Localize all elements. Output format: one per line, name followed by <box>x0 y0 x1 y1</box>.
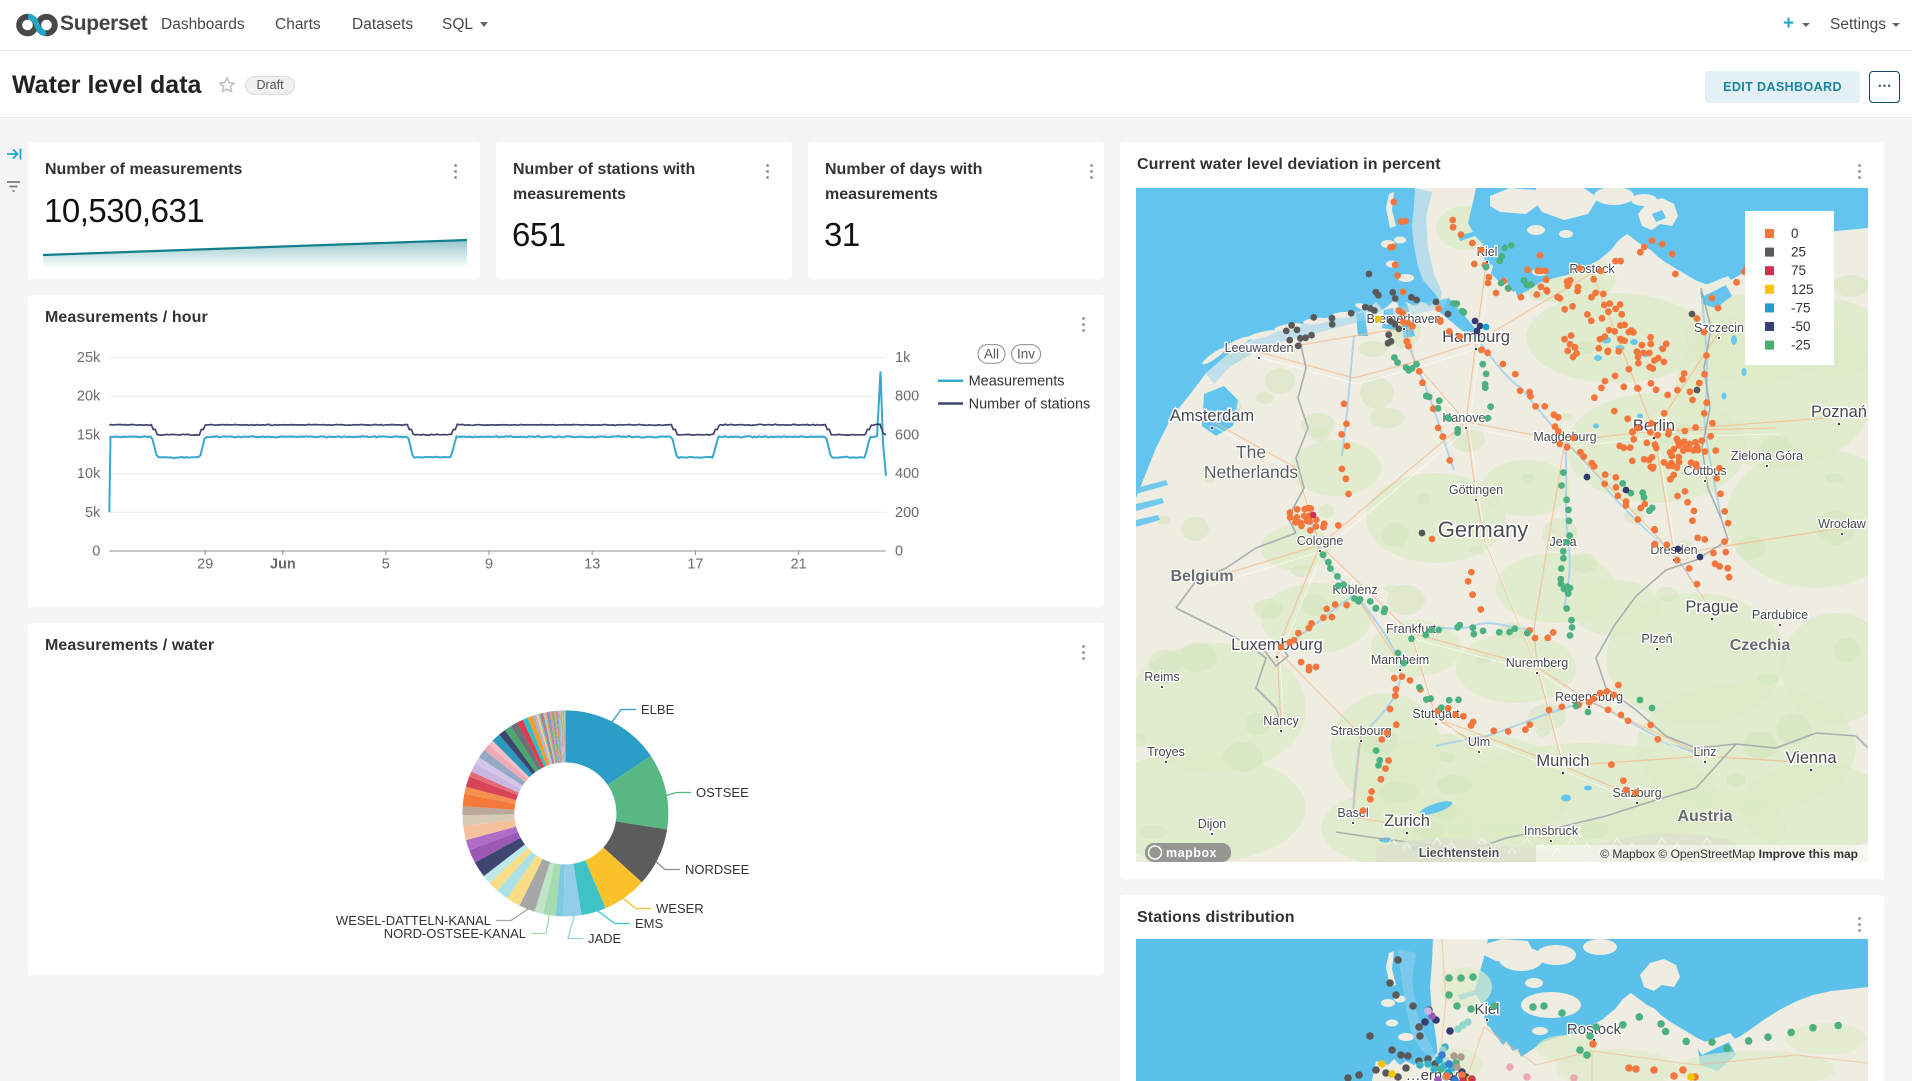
svg-text:Liechtenstein: Liechtenstein <box>1419 846 1500 860</box>
svg-text:ELBE: ELBE <box>641 702 675 717</box>
svg-text:OSTSEE: OSTSEE <box>696 785 749 800</box>
svg-text:Prague: Prague <box>1685 598 1738 616</box>
svg-text:20k: 20k <box>77 389 101 405</box>
svg-text:-75: -75 <box>1791 300 1811 315</box>
svg-text:Munich: Munich <box>1536 752 1589 770</box>
svg-text:1k: 1k <box>895 350 911 366</box>
svg-text:Czechia: Czechia <box>1730 637 1791 654</box>
svg-text:NORD-OSTSEE-KANAL: NORD-OSTSEE-KANAL <box>384 926 526 941</box>
svg-text:21: 21 <box>791 557 807 573</box>
svg-text:Troyes: Troyes <box>1147 745 1185 759</box>
svg-text:Zielona Góra: Zielona Góra <box>1731 449 1803 463</box>
svg-text:5: 5 <box>382 557 390 573</box>
svg-text:-50: -50 <box>1791 319 1811 334</box>
svg-text:25: 25 <box>1791 245 1806 260</box>
svg-text:Strasbourg: Strasbourg <box>1330 724 1391 738</box>
svg-text:17: 17 <box>687 557 703 573</box>
svg-text:400: 400 <box>895 466 919 482</box>
svg-text:Linz: Linz <box>1694 745 1717 759</box>
svg-text:-25: -25 <box>1791 338 1811 353</box>
svg-text:Plzeň: Plzeň <box>1641 632 1672 646</box>
svg-text:Inv: Inv <box>1017 346 1035 361</box>
svg-text:10k: 10k <box>77 466 101 482</box>
svg-text:Wrocław: Wrocław <box>1818 517 1867 531</box>
svg-text:200: 200 <box>895 505 919 521</box>
svg-text:Number of stations: Number of stations <box>969 397 1091 413</box>
svg-text:Nuremberg: Nuremberg <box>1506 656 1569 670</box>
svg-text:Measurements: Measurements <box>969 374 1065 390</box>
svg-text:Göttingen: Göttingen <box>1449 483 1503 497</box>
svg-text:Magdeburg: Magdeburg <box>1533 430 1596 444</box>
svg-text:15k: 15k <box>77 427 101 443</box>
svg-text:0: 0 <box>92 544 100 560</box>
svg-text:Ulm: Ulm <box>1468 735 1490 749</box>
svg-text:WESEL-DATTELN-KANAL: WESEL-DATTELN-KANAL <box>336 913 491 928</box>
svg-text:29: 29 <box>197 557 213 573</box>
svg-text:All: All <box>984 346 999 361</box>
svg-text:mapbox: mapbox <box>1166 846 1217 860</box>
svg-text:© Mapbox © OpenStreetMap Impro: © Mapbox © OpenStreetMap Improve this ma… <box>1600 847 1858 861</box>
svg-text:0: 0 <box>1791 226 1799 241</box>
svg-text:75: 75 <box>1791 263 1806 278</box>
svg-text:5k: 5k <box>85 505 101 521</box>
svg-text:Jun: Jun <box>270 557 296 573</box>
svg-text:Germany: Germany <box>1438 517 1528 542</box>
svg-text:0: 0 <box>895 544 903 560</box>
svg-text:Innsbruck: Innsbruck <box>1524 824 1579 838</box>
svg-text:Netherlands: Netherlands <box>1204 462 1299 482</box>
svg-text:800: 800 <box>895 389 919 405</box>
svg-text:Reims: Reims <box>1144 670 1179 684</box>
svg-text:Belgium: Belgium <box>1170 568 1233 585</box>
svg-text:125: 125 <box>1791 282 1814 297</box>
svg-text:Nancy: Nancy <box>1263 714 1299 728</box>
svg-text:600: 600 <box>895 427 919 443</box>
svg-text:Pardubice: Pardubice <box>1752 608 1808 622</box>
svg-text:Dijon: Dijon <box>1198 817 1227 831</box>
svg-text:Luxembourg: Luxembourg <box>1231 636 1323 654</box>
svg-text:Amsterdam: Amsterdam <box>1170 407 1254 425</box>
svg-text:The: The <box>1236 442 1266 462</box>
svg-text:Cologne: Cologne <box>1297 534 1344 548</box>
svg-text:9: 9 <box>485 557 493 573</box>
svg-text:Zurich: Zurich <box>1384 812 1430 830</box>
svg-text:NORDSEE: NORDSEE <box>685 862 750 877</box>
svg-text:Vienna: Vienna <box>1785 749 1837 767</box>
svg-text:EMS: EMS <box>635 916 664 931</box>
svg-text:Austria: Austria <box>1677 808 1732 825</box>
svg-text:JADE: JADE <box>588 931 622 946</box>
svg-text:Leeuwarden: Leeuwarden <box>1225 341 1294 355</box>
svg-text:25k: 25k <box>77 350 101 366</box>
svg-text:Poznań: Poznań <box>1811 403 1867 421</box>
svg-text:13: 13 <box>584 557 600 573</box>
svg-text:WESER: WESER <box>656 901 704 916</box>
